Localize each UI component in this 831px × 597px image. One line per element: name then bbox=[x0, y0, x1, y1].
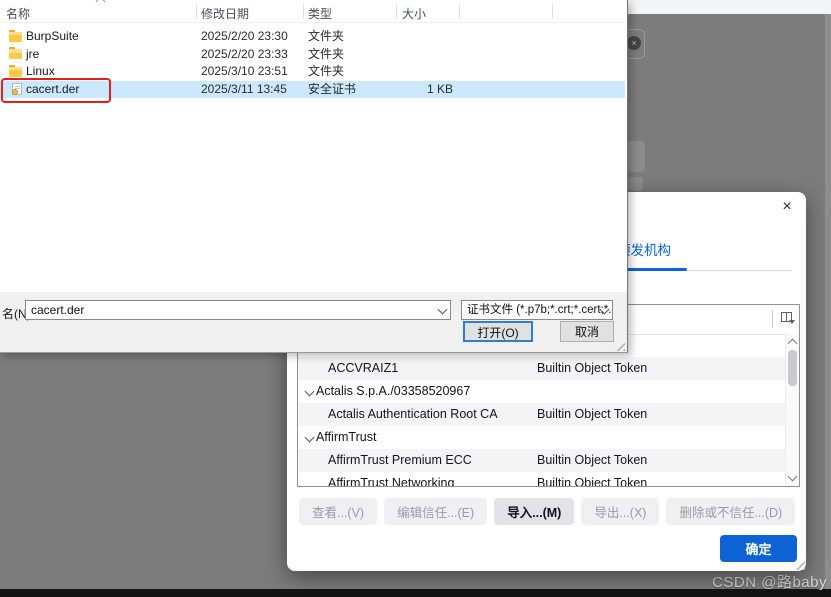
delete-or-distrust-button[interactable]: 删除或不信任...(D) bbox=[666, 498, 795, 525]
open-button[interactable]: 打开(O) bbox=[463, 321, 533, 342]
file-name: BurpSuite bbox=[26, 28, 79, 46]
filename-input[interactable] bbox=[25, 300, 451, 320]
file-open-dialog: 名称 修改日期 类型 大小 BurpSuite 2025/2/20 23:30 … bbox=[0, 0, 628, 353]
security-device: Builtin Object Token bbox=[537, 357, 647, 380]
view-button[interactable]: 查看...(V) bbox=[299, 498, 377, 525]
table-row[interactable]: ACCVRAIZ1 Builtin Object Token bbox=[298, 357, 799, 380]
column-header-size[interactable]: 大小 bbox=[402, 5, 426, 22]
sort-ascending-icon bbox=[96, 0, 106, 6]
column-picker-icon[interactable] bbox=[781, 312, 795, 325]
security-device: Builtin Object Token bbox=[537, 403, 647, 426]
folder-icon bbox=[9, 49, 22, 59]
close-icon[interactable]: × bbox=[776, 196, 798, 218]
red-highlight-box bbox=[1, 78, 111, 103]
security-device: Builtin Object Token bbox=[537, 472, 647, 487]
certificate-rows: ACCVRAIZ1 Builtin Object Token Actalis S… bbox=[298, 334, 799, 486]
watermark: CSDN @路baby bbox=[712, 571, 827, 592]
header-separator bbox=[772, 310, 773, 328]
table-row[interactable]: BurpSuite 2025/2/20 23:30 文件夹 bbox=[0, 28, 625, 46]
folder-icon bbox=[9, 32, 22, 42]
chevron-down-icon[interactable] bbox=[305, 433, 315, 443]
import-button[interactable]: 导入...(M) bbox=[494, 498, 574, 525]
cert-name: AffirmTrust Premium ECC bbox=[328, 449, 472, 472]
table-row[interactable]: AffirmTrust Networking Builtin Object To… bbox=[298, 472, 799, 487]
column-header-type[interactable]: 类型 bbox=[308, 5, 332, 22]
dimmed-button-fragment bbox=[628, 141, 645, 172]
file-name: jre bbox=[26, 46, 39, 64]
scrollbar-thumb[interactable] bbox=[788, 350, 797, 386]
page-scrollbar bbox=[825, 14, 831, 589]
clear-search-icon: × bbox=[627, 36, 641, 50]
bottom-bar bbox=[0, 589, 831, 597]
cert-group-name: AffirmTrust bbox=[316, 426, 376, 449]
cert-name: AffirmTrust Networking bbox=[328, 472, 454, 487]
screen: × CSDN @路baby × 颁发机构 ACCVRAIZ1 Builtin O… bbox=[0, 0, 831, 597]
list-scrollbar[interactable] bbox=[785, 334, 799, 486]
file-list-header: 名称 修改日期 类型 大小 bbox=[0, 0, 625, 22]
scroll-up-icon[interactable] bbox=[788, 339, 798, 349]
table-row[interactable]: jre 2025/2/20 23:33 文件夹 bbox=[0, 46, 625, 64]
scroll-down-icon[interactable] bbox=[788, 472, 798, 482]
ok-button[interactable]: 确定 bbox=[720, 535, 797, 562]
export-button[interactable]: 导出...(X) bbox=[581, 498, 659, 525]
folder-icon bbox=[9, 67, 22, 77]
cancel-button[interactable]: 取消 bbox=[560, 321, 614, 342]
edit-trust-button[interactable]: 编辑信任...(E) bbox=[384, 498, 487, 525]
cert-name: ACCVRAIZ1 bbox=[328, 357, 398, 380]
cert-name: Actalis Authentication Root CA bbox=[328, 403, 498, 426]
security-device: Builtin Object Token bbox=[537, 449, 647, 472]
table-row[interactable]: AffirmTrust Premium ECC Builtin Object T… bbox=[298, 449, 799, 472]
cert-group-name: Actalis S.p.A./03358520967 bbox=[316, 380, 470, 403]
table-row[interactable]: Actalis S.p.A./03358520967 bbox=[298, 380, 799, 403]
dimmed-button-fragment bbox=[628, 177, 643, 191]
table-row[interactable]: Actalis Authentication Root CA Builtin O… bbox=[298, 403, 799, 426]
chevron-down-icon[interactable] bbox=[305, 387, 315, 397]
certificate-actions: 查看...(V) 编辑信任...(E) 导入...(M) 导出...(X) 删除… bbox=[299, 498, 795, 525]
column-header-date[interactable]: 修改日期 bbox=[201, 5, 249, 22]
table-row[interactable]: AffirmTrust bbox=[298, 426, 799, 449]
column-header-name[interactable]: 名称 bbox=[6, 5, 30, 22]
filetype-select[interactable]: 证书文件 (*.p7b;*.crt;*.cert;*.ce bbox=[461, 300, 613, 320]
